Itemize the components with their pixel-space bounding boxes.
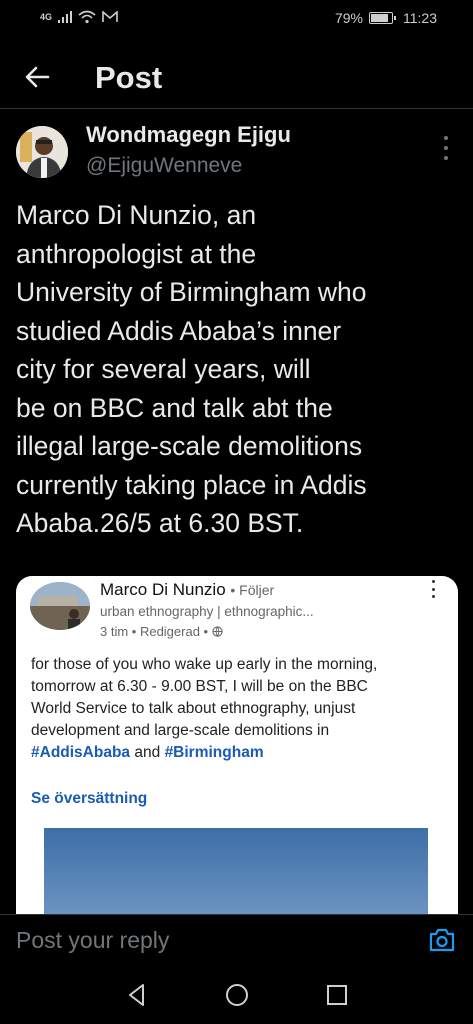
post-text-line: studied Addis Ababa’s inner [16, 315, 342, 346]
translate-link: Se översättning [31, 790, 148, 807]
hashtag-addisababa: #AddisAbaba [31, 744, 131, 761]
battery-percent: 79% [334, 10, 363, 26]
embedded-author: Marco Di Nunzio • Följer [100, 580, 274, 600]
author-handle[interactable]: @EjiguWenneve [86, 154, 242, 178]
more-options-icon[interactable] [436, 136, 456, 160]
embedded-body-line: tomorrow at 6.30 - 9.00 BST, I will be o… [31, 678, 368, 695]
camera-icon[interactable] [428, 927, 456, 953]
reply-input[interactable]: Post your reply [16, 927, 169, 954]
post-text-line: illegal large-scale demolitions [16, 431, 363, 461]
embedded-avatar [30, 582, 90, 630]
gmail-icon [102, 11, 118, 22]
embedded-body: for those of you who wake up early in th… [31, 654, 441, 764]
clock: 11:23 [403, 10, 437, 26]
wifi-icon [78, 10, 96, 24]
embedded-time-text: 3 tim • Redigerad • [100, 624, 209, 639]
top-bar: Post [0, 48, 473, 109]
post-text-line: be on BBC and talk abt the [16, 392, 333, 423]
post-text-line: Marco Di Nunzio, an [16, 200, 257, 230]
embedded-follow: • Följer [230, 582, 275, 598]
and-text: and [134, 744, 161, 761]
globe-icon [212, 626, 223, 637]
embedded-hashtag-line: #AddisAbaba and #Birmingham [31, 742, 441, 764]
embedded-body-line: for those of you who wake up early in th… [31, 656, 378, 673]
embedded-photo [44, 828, 428, 916]
status-bar: 4G 79% 11:23 [0, 0, 473, 38]
embedded-body-line: development and large-scale demolitions … [31, 722, 330, 739]
embedded-more-icon [430, 580, 436, 598]
page-title: Post [95, 60, 163, 95]
post-text-line: anthropologist at the [16, 238, 257, 269]
hashtag-birmingham: #Birmingham [164, 744, 264, 761]
nav-recents-icon[interactable] [322, 980, 352, 1010]
nav-back-icon[interactable] [122, 980, 152, 1010]
attached-image[interactable]: Marco Di Nunzio • Följer urban ethnograp… [16, 576, 458, 916]
battery-icon [369, 12, 396, 24]
embedded-subtitle: urban ethnography | ethnographic... [100, 604, 314, 619]
embedded-author-name: Marco Di Nunzio [100, 580, 226, 599]
post-text-line: currently taking place in Addis [16, 469, 367, 500]
back-arrow-icon[interactable] [22, 62, 52, 92]
post-text-line: University of Birmingham who [16, 277, 367, 307]
post-text-line: Ababa.26/5 at 6.30 BST. [16, 508, 304, 538]
system-nav-bar [0, 966, 473, 1024]
post-text-line: city for several years, will [16, 354, 311, 384]
embedded-body-line: World Service to talk about ethnography,… [31, 700, 356, 717]
author-avatar[interactable] [16, 126, 68, 178]
post-text: Marco Di Nunzio, an anthropologist at th… [16, 196, 456, 543]
signal-icon [58, 11, 73, 23]
author-name[interactable]: Wondmagegn Ejigu [86, 122, 291, 148]
embedded-time: 3 tim • Redigerad • [100, 624, 223, 639]
nav-home-icon[interactable] [222, 980, 252, 1010]
network-label: 4G [40, 12, 53, 22]
reply-bar: Post your reply [0, 914, 473, 967]
